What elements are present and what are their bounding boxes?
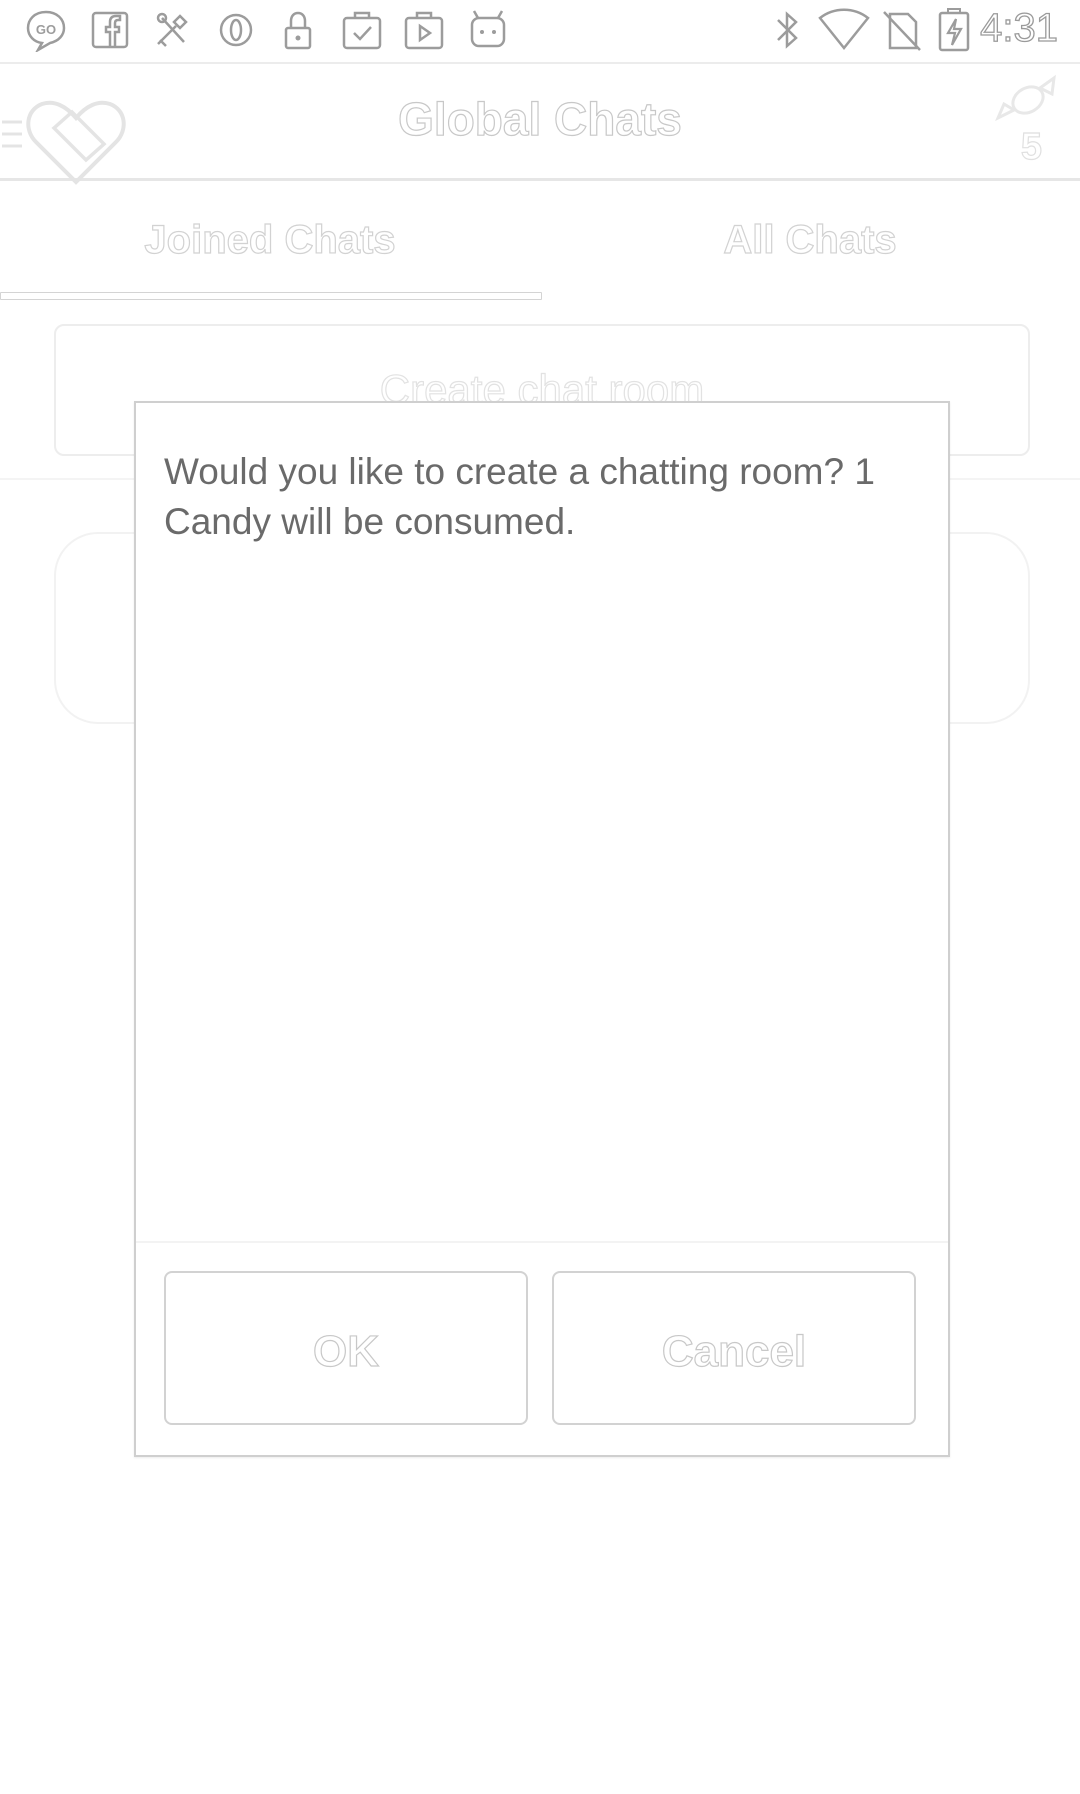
tab-joined-chats[interactable]: Joined Chats [0, 180, 540, 300]
confirm-dialog: Would you like to create a chatting room… [134, 401, 950, 1457]
page-title: Global Chats [398, 92, 683, 145]
lock-icon [276, 8, 320, 52]
candy-count: 5 [1020, 125, 1042, 168]
tab-bar: Joined Chats All Chats [0, 180, 1080, 300]
play-bag-icon [402, 8, 446, 52]
cancel-button-label: Cancel [661, 1326, 807, 1376]
facebook-icon [88, 8, 132, 52]
app-header: Global Chats 5 [0, 64, 1080, 185]
svg-text:GO: GO [36, 22, 56, 37]
clock: 4:31 [979, 5, 1058, 50]
tab-selected-indicator [0, 292, 542, 300]
status-bar: GO 4:31 [0, 0, 1080, 64]
cancel-button[interactable]: Cancel [552, 1271, 916, 1425]
tools-icon [150, 8, 194, 52]
ok-button[interactable]: OK [164, 1271, 528, 1425]
dialog-divider [136, 1241, 948, 1243]
android-icon [466, 8, 510, 52]
wifi-icon [818, 8, 870, 52]
dialog-message: Would you like to create a chatting room… [164, 451, 875, 542]
candy-icon [995, 74, 1056, 122]
clipboard-check-icon [340, 8, 384, 52]
opera-icon [214, 8, 258, 52]
go-sms-icon: GO [24, 8, 68, 54]
no-sim-icon [880, 8, 924, 52]
ok-button-label: OK [312, 1326, 379, 1376]
bluetooth-icon [766, 8, 810, 52]
battery-charging-icon [936, 8, 972, 52]
tab-all-chats[interactable]: All Chats [540, 180, 1080, 300]
